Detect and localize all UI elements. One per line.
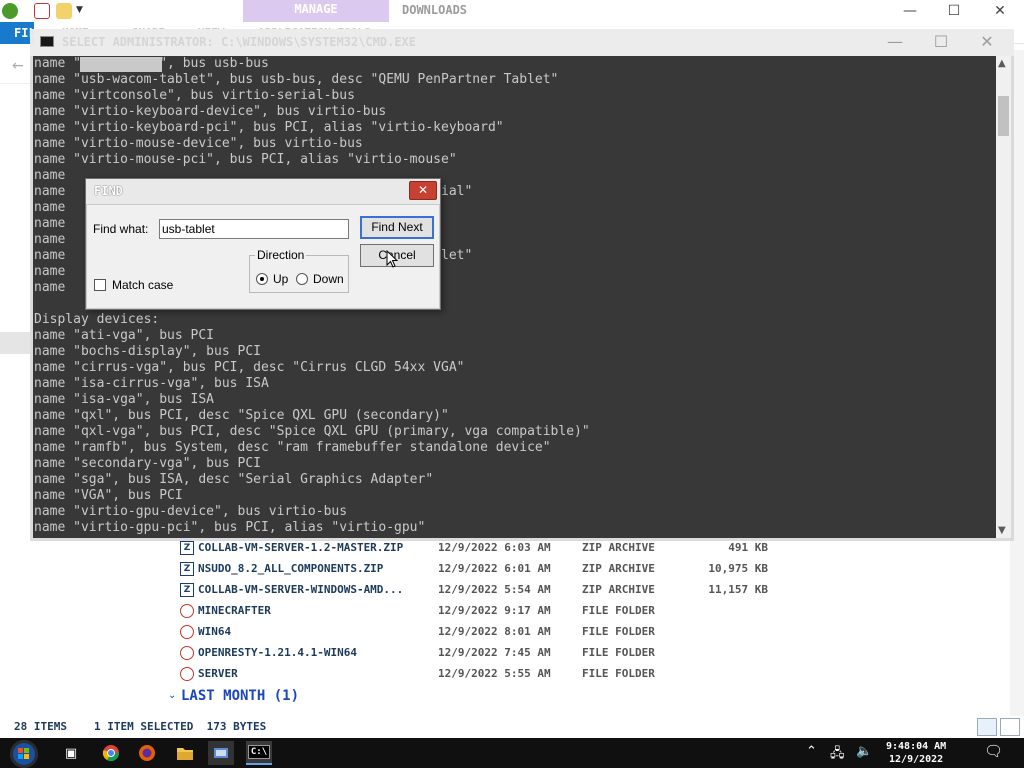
- file-type: FILE FOLDER: [582, 625, 655, 638]
- folder-icon: [180, 625, 194, 639]
- file-date-modified: 12/9/2022 9:17 AM: [438, 604, 551, 617]
- scroll-up-arrow-icon[interactable]: ▲: [998, 58, 1006, 69]
- find-dialog[interactable]: FIND ✕ Find what: Find Next Cancel Direc…: [85, 178, 441, 310]
- direction-up-radio[interactable]: [256, 273, 268, 285]
- file-date-modified: 12/9/2022 5:55 AM: [438, 667, 551, 680]
- window-title: DOWNLOADS: [402, 3, 468, 17]
- find-title-bar[interactable]: FIND ✕: [86, 179, 440, 204]
- match-case-label[interactable]: Match case: [112, 278, 173, 292]
- status-selection: 1 ITEM SELECTED 173 BYTES: [94, 720, 267, 733]
- zip-icon: Z: [180, 562, 194, 576]
- network-icon[interactable]: 🖧: [830, 744, 845, 766]
- cmd-close-button[interactable]: ✕: [964, 31, 1010, 53]
- tab-manage[interactable]: MANAGE: [243, 0, 389, 22]
- chrome-taskbar-button[interactable]: [98, 741, 124, 765]
- action-center-icon[interactable]: 🗨: [984, 742, 1003, 760]
- cmd-title: SELECT ADMINISTRATOR: C:\WINDOWS\SYSTEM3…: [62, 35, 417, 49]
- file-name[interactable]: MINECRAFTER: [198, 604, 271, 617]
- file-type: ZIP ARCHIVE: [582, 562, 655, 575]
- file-explorer-taskbar-button[interactable]: [172, 741, 198, 765]
- file-name[interactable]: WIN64: [198, 625, 231, 638]
- clock-date: 12/9/2022: [889, 754, 944, 765]
- file-size: 10,975 KB: [708, 562, 768, 575]
- file-type: FILE FOLDER: [582, 667, 655, 680]
- cmd-taskbar-button[interactable]: C:\: [246, 741, 272, 765]
- find-close-button[interactable]: ✕: [409, 181, 437, 200]
- match-case-checkbox[interactable]: [94, 279, 106, 291]
- folder-icon: [180, 646, 194, 660]
- collapse-chevron-icon[interactable]: ⌄: [168, 690, 176, 701]
- cmd-maximize-button[interactable]: ☐: [918, 31, 964, 53]
- file-name[interactable]: SERVER: [198, 667, 238, 680]
- zip-icon: Z: [180, 583, 194, 597]
- file-tab[interactable]: FIL: [0, 22, 36, 44]
- cmd-title-bar[interactable]: SELECT ADMINISTRATOR: C:\WINDOWS\SYSTEM3…: [30, 29, 1014, 56]
- find-next-button[interactable]: Find Next: [360, 216, 434, 239]
- find-dialog-title: FIND: [94, 184, 123, 198]
- quick-access-dropdown-icon[interactable]: ▼: [76, 5, 83, 15]
- group-header-last-month[interactable]: LAST MONTH (1): [181, 688, 299, 704]
- explorer-minimize-button[interactable]: —: [888, 2, 932, 20]
- cmd-taskbar-icon: C:\: [247, 745, 271, 759]
- find-what-label: Find what:: [93, 222, 149, 236]
- file-date-modified: 12/9/2022 7:45 AM: [438, 646, 551, 659]
- show-hidden-icons-chevron-icon[interactable]: ⌃: [806, 744, 817, 759]
- clock-time: 9:48:04 AM: [886, 741, 947, 752]
- properties-icon[interactable]: [34, 3, 50, 19]
- direction-down-label[interactable]: Down: [313, 272, 344, 286]
- file-name[interactable]: NSUDO_8.2_ALL_COMPONENTS.ZIP: [198, 562, 383, 575]
- scroll-down-arrow-icon[interactable]: ▼: [998, 525, 1006, 536]
- status-item-count: 28 ITEMS: [14, 720, 67, 733]
- folder-icon: [177, 748, 193, 760]
- app-icon: [2, 3, 18, 19]
- large-icons-view-button[interactable]: [1000, 718, 1020, 736]
- file-name[interactable]: COLLAB-VM-SERVER-1.2-MASTER.ZIP: [198, 541, 403, 554]
- title-bar: ▼ MANAGE DOWNLOADS — ☐ ✕: [0, 0, 1024, 22]
- folder-icon: [180, 667, 194, 681]
- find-what-input[interactable]: [159, 219, 349, 239]
- chrome-icon: [102, 745, 120, 762]
- file-date-modified: 12/9/2022 8:01 AM: [438, 625, 551, 638]
- file-date-modified: 12/9/2022 6:01 AM: [438, 562, 551, 575]
- windows-logo-icon: [18, 748, 29, 759]
- control-panel-taskbar-button[interactable]: [208, 741, 234, 765]
- folder-icon: [180, 604, 194, 618]
- control-panel-icon: [214, 748, 228, 758]
- details-view-button[interactable]: [977, 718, 997, 736]
- file-type: ZIP ARCHIVE: [582, 541, 655, 554]
- file-name[interactable]: OPENRESTY-1.21.4.1-WIN64: [198, 646, 357, 659]
- firefox-icon: [139, 745, 155, 761]
- task-view-icon[interactable]: ▣: [58, 741, 84, 765]
- explorer-close-button[interactable]: ✕: [978, 2, 1022, 20]
- file-name[interactable]: COLLAB-VM-SERVER-WINDOWS-AMD...: [198, 583, 403, 596]
- file-date-modified: 12/9/2022 6:03 AM: [438, 541, 551, 554]
- direction-down-radio[interactable]: [296, 273, 308, 285]
- file-type: FILE FOLDER: [582, 646, 655, 659]
- new-folder-icon[interactable]: [56, 3, 72, 19]
- nav-selected-item[interactable]: [0, 332, 30, 354]
- start-button[interactable]: [10, 740, 38, 768]
- file-type: ZIP ARCHIVE: [582, 583, 655, 596]
- explorer-maximize-button[interactable]: ☐: [932, 2, 976, 20]
- cmd-scrollbar[interactable]: ▲ ▼: [996, 56, 1011, 538]
- firefox-taskbar-button[interactable]: [134, 741, 160, 765]
- file-size: 491 KB: [728, 541, 768, 554]
- system-clock[interactable]: 9:48:04 AM 12/9/2022: [886, 740, 946, 766]
- back-arrow-icon[interactable]: ←: [12, 58, 24, 74]
- mouse-cursor-icon: [386, 250, 398, 268]
- zip-icon: Z: [180, 541, 194, 555]
- cmd-icon: [40, 36, 54, 47]
- file-type: FILE FOLDER: [582, 604, 655, 617]
- cmd-minimize-button[interactable]: —: [872, 31, 918, 53]
- direction-up-label[interactable]: Up: [273, 272, 288, 286]
- file-date-modified: 12/9/2022 5:54 AM: [438, 583, 551, 596]
- scroll-thumb[interactable]: [998, 96, 1009, 136]
- direction-label: Direction: [255, 248, 307, 262]
- file-size: 11,157 KB: [708, 583, 768, 596]
- volume-icon[interactable]: 🔈: [856, 744, 872, 759]
